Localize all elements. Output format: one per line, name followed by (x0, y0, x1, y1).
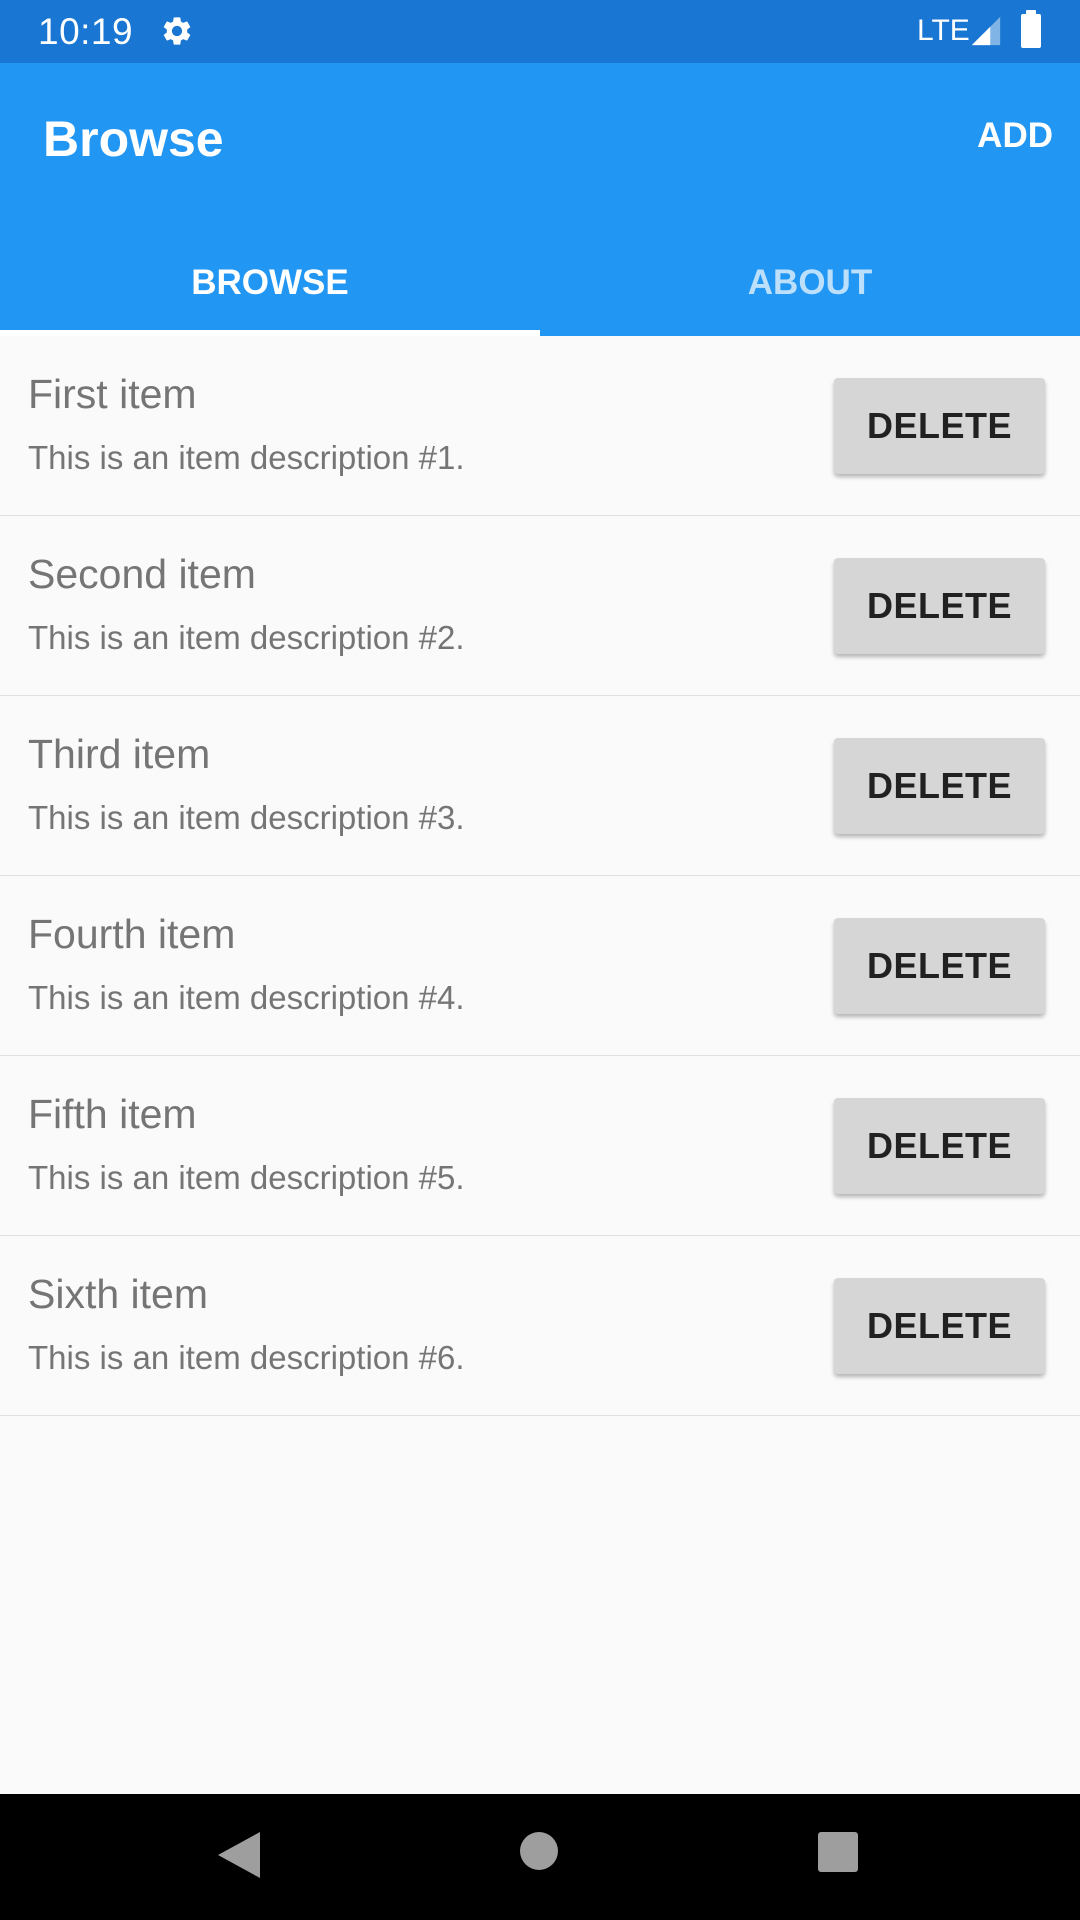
home-icon[interactable] (520, 1832, 558, 1870)
list-item[interactable]: First item This is an item description #… (0, 336, 1080, 516)
delete-button[interactable]: DELETE (834, 558, 1045, 654)
signal-icon (971, 16, 1001, 46)
item-title: Second item (28, 551, 256, 597)
item-title: Fifth item (28, 1091, 197, 1137)
list-item[interactable]: Sixth item This is an item description #… (0, 1236, 1080, 1416)
item-description: This is an item description #3. (28, 799, 465, 836)
delete-button[interactable]: DELETE (834, 1278, 1045, 1374)
list-item[interactable]: Second item This is an item description … (0, 516, 1080, 696)
app-bar: Browse ADD BROWSE ABOUT (0, 63, 1080, 336)
tab-about[interactable]: ABOUT (540, 230, 1080, 336)
back-icon[interactable] (216, 1830, 260, 1880)
recents-icon[interactable] (818, 1832, 858, 1872)
delete-button[interactable]: DELETE (834, 1098, 1045, 1194)
tab-about-label: ABOUT (747, 263, 873, 302)
item-title: Sixth item (28, 1271, 208, 1317)
status-time: 10:19 (38, 11, 134, 52)
item-description: This is an item description #4. (28, 979, 465, 1016)
list-item[interactable]: Fifth item This is an item description #… (0, 1056, 1080, 1236)
item-title: Fourth item (28, 911, 236, 957)
item-title: Third item (28, 731, 211, 777)
delete-button[interactable]: DELETE (834, 918, 1045, 1014)
delete-button[interactable]: DELETE (834, 378, 1045, 474)
network-type-label: LTE (917, 14, 970, 47)
delete-button[interactable]: DELETE (834, 738, 1045, 834)
item-description: This is an item description #5. (28, 1159, 465, 1196)
tab-browse[interactable]: BROWSE (0, 230, 540, 336)
battery-icon (1021, 10, 1041, 48)
settings-gear-icon (163, 17, 191, 45)
status-bar: 10:19 LTE (0, 0, 1080, 63)
item-description: This is an item description #6. (28, 1339, 465, 1376)
list-item[interactable]: Third item This is an item description #… (0, 696, 1080, 876)
page-title: Browse (43, 111, 224, 167)
item-description: This is an item description #2. (28, 619, 465, 656)
tab-browse-label: BROWSE (191, 263, 349, 302)
item-description: This is an item description #1. (28, 439, 465, 476)
list-item[interactable]: Fourth item This is an item description … (0, 876, 1080, 1056)
item-list: First item This is an item description #… (0, 336, 1080, 1416)
navigation-bar (0, 1794, 1080, 1920)
tab-bar: BROWSE ABOUT (0, 230, 1080, 336)
add-button[interactable]: ADD (977, 114, 1053, 158)
item-title: First item (28, 371, 197, 417)
